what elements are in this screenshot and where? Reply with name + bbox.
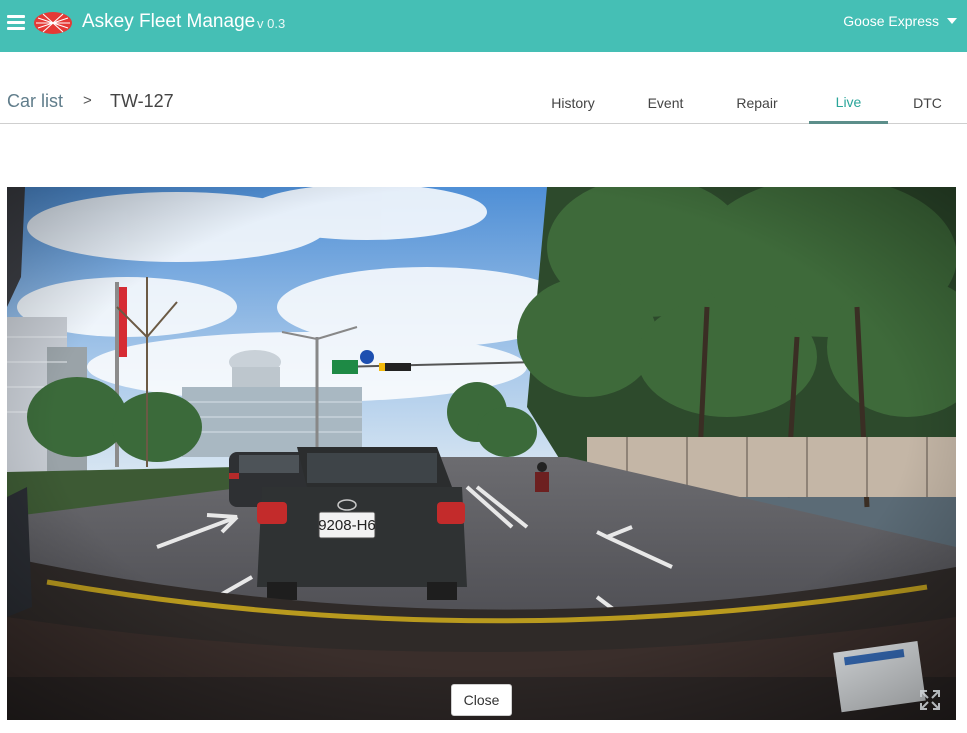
company-name: Goose Express (843, 13, 939, 29)
company-dropdown[interactable]: Goose Express (843, 13, 957, 29)
dashcam-frame: 9208-H6 (7, 187, 956, 720)
breadcrumb-current: TW-127 (110, 91, 174, 111)
breadcrumb-separator: > (83, 92, 92, 109)
app-version: v 0.3 (257, 16, 286, 31)
fullscreen-icon[interactable] (918, 688, 942, 712)
caret-down-icon (947, 18, 957, 24)
tab-dtc[interactable]: DTC (888, 82, 967, 124)
breadcrumb-car-list-link[interactable]: Car list (7, 91, 63, 112)
app-header: Askey Fleet Manage v 0.3 Goose Express (0, 0, 967, 52)
live-video[interactable]: 9208-H6 Close (7, 187, 956, 720)
tab-live[interactable]: Live (809, 82, 888, 124)
vehicle-tabs: History Event Repair Live DTC (520, 82, 967, 124)
hamburger-menu-icon[interactable] (7, 15, 25, 31)
tab-event[interactable]: Event (626, 82, 705, 124)
tab-repair[interactable]: Repair (705, 82, 809, 124)
tab-history[interactable]: History (520, 82, 626, 124)
close-video-button[interactable]: Close (451, 684, 512, 716)
askey-logo (34, 12, 72, 34)
page-subheader: Car list > TW-127 History Event Repair L… (0, 52, 967, 124)
app-title: Askey Fleet Manage (82, 11, 256, 32)
